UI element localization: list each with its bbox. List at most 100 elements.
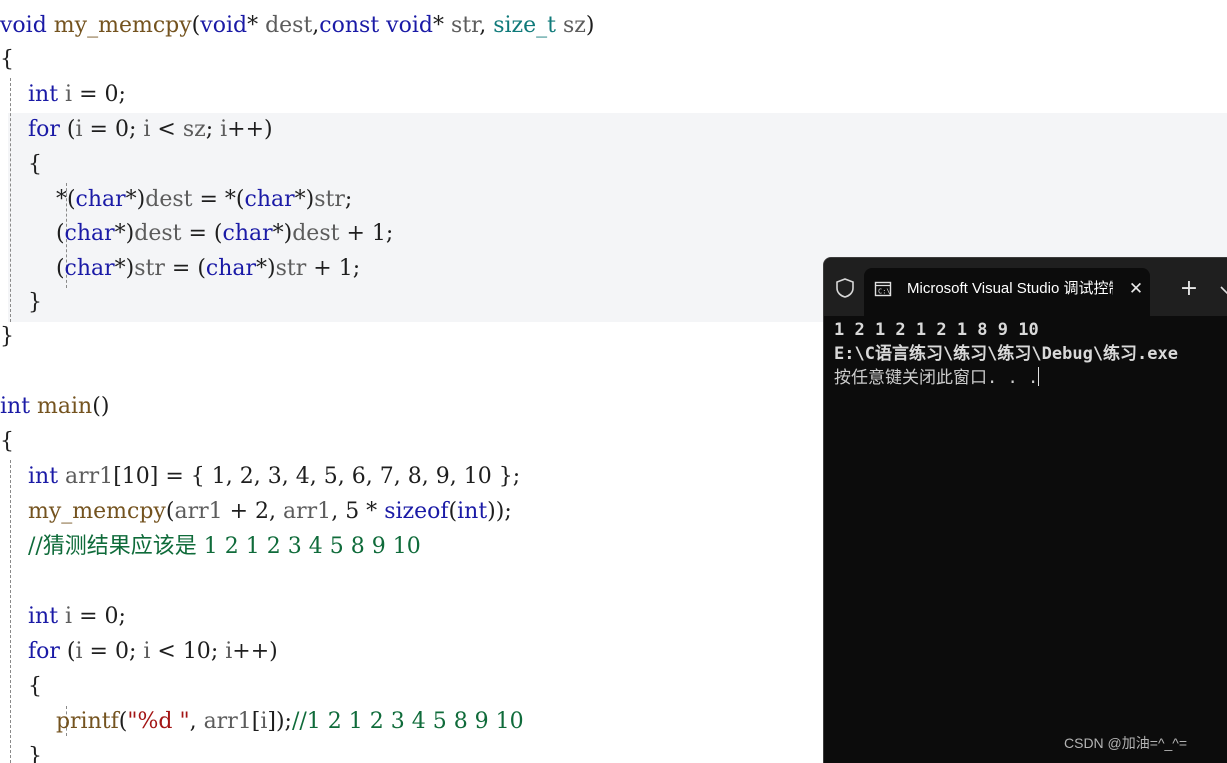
code-token: , — [309, 464, 324, 489]
code-line: int arr1[10] = { 1, 2, 3, 4, 5, 6, 7, 8,… — [0, 460, 520, 494]
code-token: my_memcpy — [27, 499, 166, 524]
code-token: , — [189, 709, 204, 734]
code-token: char — [64, 256, 115, 281]
close-icon[interactable]: ✕ — [1124, 277, 1148, 301]
code-line: { — [0, 43, 14, 77]
code-line: my_memcpy(arr1 + 2, arr1, 5 * sizeof(int… — [0, 495, 512, 529]
code-token: < — [150, 117, 183, 142]
code-token: , — [281, 464, 296, 489]
code-token: ( — [0, 256, 65, 281]
code-token: char — [64, 221, 115, 246]
code-line: int i = 0; — [0, 78, 126, 112]
code-token: for — [27, 117, 60, 142]
code-token: ] = { — [149, 464, 212, 489]
code-token: *( — [0, 187, 76, 212]
screenshot-stage: void my_memcpy(void* dest,const void* st… — [0, 0, 1227, 763]
code-token: ; — [385, 221, 394, 246]
console-tab[interactable]: C:\ Microsoft Visual Studio 调试控制台 ✕ — [864, 268, 1150, 316]
code-line: int i = 0; — [0, 600, 126, 634]
code-token: } — [0, 324, 14, 349]
code-token: ( — [448, 499, 458, 524]
tab-title: Microsoft Visual Studio 调试控制台 — [907, 280, 1113, 297]
code-token: 1 — [211, 464, 226, 489]
code-token: < — [150, 639, 183, 664]
code-token: ) — [585, 13, 595, 38]
code-token: 1 — [338, 256, 353, 281]
code-line: //猜测结果应该是 1 2 1 2 3 4 5 8 9 10 — [0, 530, 421, 564]
code-line: } — [0, 740, 42, 763]
code-token: arr1 — [203, 709, 252, 734]
code-token: , — [225, 464, 240, 489]
plus-icon[interactable]: + — [1175, 277, 1203, 301]
chevron-down-icon[interactable] — [1216, 277, 1227, 301]
code-token: arr1 — [174, 499, 223, 524]
code-token: sz — [182, 117, 206, 142]
code-token: void — [386, 13, 433, 38]
code-token: 6 — [351, 464, 366, 489]
code-token: 0 — [104, 604, 119, 629]
code-token: char — [222, 221, 273, 246]
code-token: + — [222, 499, 256, 524]
watermark: CSDN @加油=^_^= — [1064, 735, 1188, 751]
code-token: dest — [134, 221, 182, 246]
code-token: str — [314, 187, 345, 212]
code-token: , — [337, 464, 352, 489]
code-token: const — [319, 13, 380, 38]
shield-icon[interactable] — [834, 277, 856, 299]
code-token: 10 — [121, 464, 150, 489]
code-token: char — [75, 187, 126, 212]
console-output: 1 2 1 2 1 2 1 8 9 10 E:\C语言练习\练习\练习\Debu… — [834, 318, 1227, 390]
code-token: sz — [562, 13, 586, 38]
code-token: 0 — [104, 82, 119, 107]
code-token: { — [0, 674, 42, 699]
code-token: int — [457, 499, 488, 524]
code-token: arr1 — [65, 464, 114, 489]
code-token: 5 — [345, 499, 360, 524]
code-token: i — [75, 117, 83, 142]
code-token: ; — [118, 82, 126, 107]
code-line: } — [0, 320, 14, 354]
code-token: , — [253, 464, 268, 489]
svg-text:C:\: C:\ — [878, 288, 891, 296]
code-token: , — [449, 464, 464, 489]
code-token: } — [0, 744, 42, 763]
code-token: 7 — [379, 464, 394, 489]
code-token: ]); — [267, 709, 292, 734]
code-token: = ( — [181, 221, 223, 246]
code-token: ; — [352, 256, 361, 281]
code-token: * — [359, 499, 385, 524]
code-token: = ( — [164, 256, 206, 281]
code-token: ; — [128, 639, 144, 664]
code-token: i — [75, 639, 83, 664]
code-token: , — [269, 499, 284, 524]
code-token: void — [0, 13, 47, 38]
code-token: dest — [292, 221, 340, 246]
code-token: 1 — [371, 221, 386, 246]
code-token: }; — [491, 464, 521, 489]
code-line: printf("%d ", arr1[i]);//1 2 1 2 3 4 5 8… — [0, 705, 524, 739]
code-token: size_t — [493, 13, 556, 38]
code-token: my_memcpy — [53, 13, 192, 38]
debug-console-window[interactable]: C:\ Microsoft Visual Studio 调试控制台 ✕ + 1 … — [823, 257, 1227, 763]
code-token: for — [27, 639, 60, 664]
code-token: "%d " — [127, 709, 190, 734]
code-token: , — [331, 499, 346, 524]
code-token: , — [421, 464, 436, 489]
code-token: ++) — [232, 639, 278, 664]
console-prompt-text: 按任意键关闭此窗口. . . — [834, 368, 1039, 388]
code-token: char — [205, 256, 257, 281]
code-token: *) — [256, 256, 276, 281]
code-line: (char*)str = (char*)str + 1; — [0, 252, 360, 286]
code-token: = — [72, 82, 105, 107]
code-token: * — [247, 13, 266, 38]
code-token: //1 2 1 2 3 4 5 8 9 10 — [291, 709, 524, 734]
code-line: void my_memcpy(void* dest,const void* st… — [0, 9, 594, 43]
code-token: char — [244, 187, 295, 212]
